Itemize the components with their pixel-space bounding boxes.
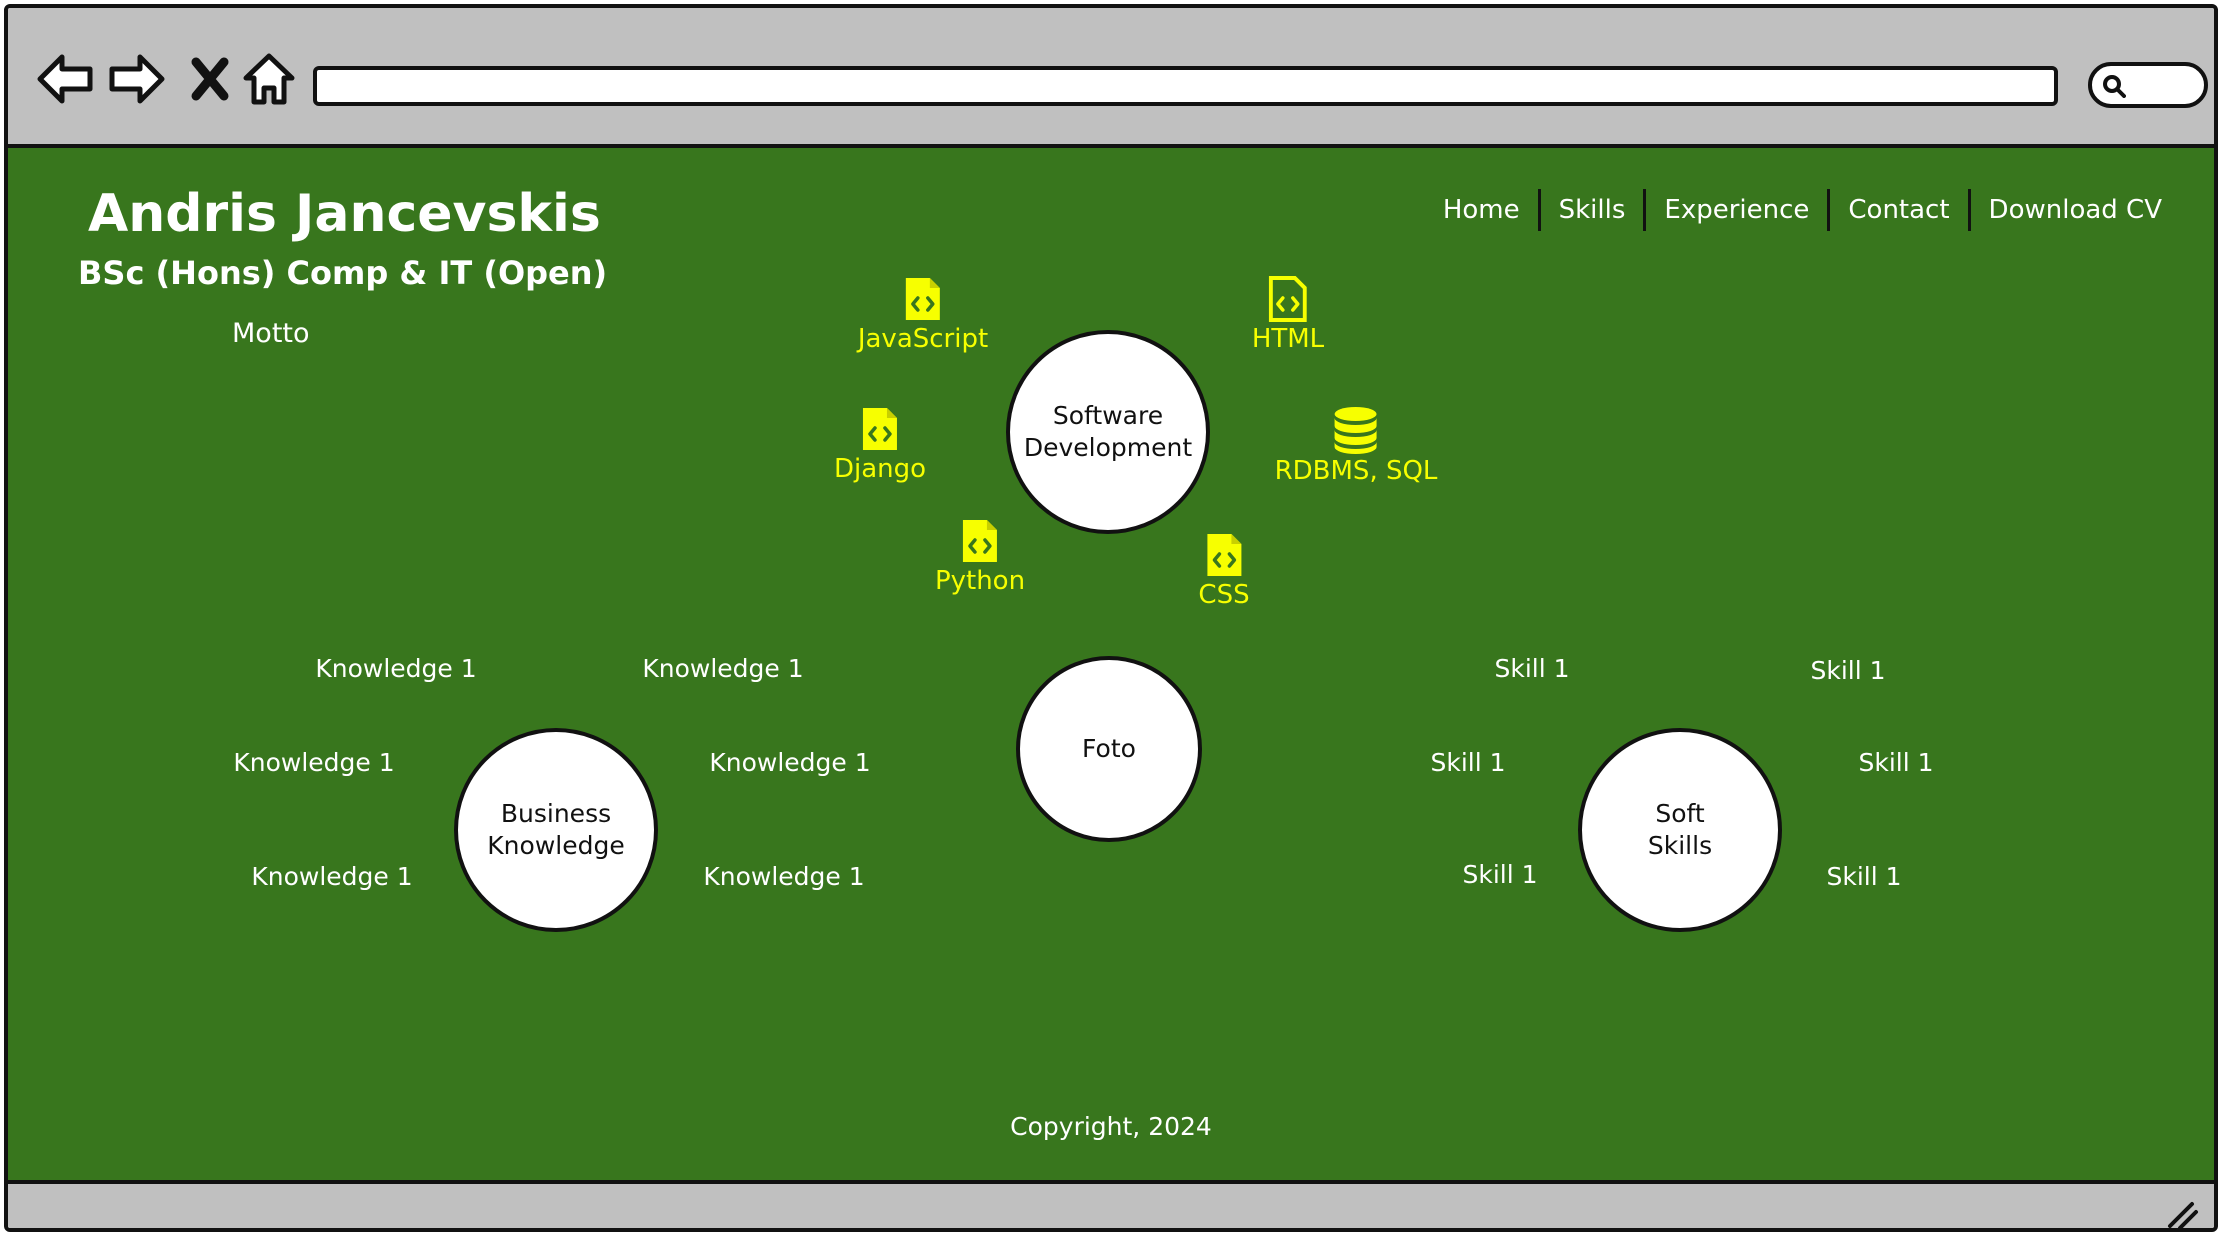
skill-item: Skill 1 <box>1826 862 1902 891</box>
skill-item: Skill 1 <box>1494 654 1570 683</box>
nav-home[interactable]: Home <box>1425 188 1538 232</box>
page-content: Andris Jancevskis BSc (Hons) Comp & IT (… <box>8 148 2214 1184</box>
code-file-icon <box>1206 534 1241 576</box>
database-icon <box>1335 407 1377 454</box>
tech-html: HTML <box>1252 276 1324 354</box>
tech-label: RDBMS, SQL <box>1274 456 1438 486</box>
browser-window: Andris Jancevskis BSc (Hons) Comp & IT (… <box>4 4 2218 1232</box>
tech-rdbms-sql: RDBMS, SQL <box>1274 406 1438 486</box>
tech-javascript: JavaScript <box>858 276 988 354</box>
knowledge-item: Knowledge 1 <box>703 862 865 891</box>
browser-toolbar <box>8 8 2214 148</box>
skill-item: Skill 1 <box>1810 656 1886 685</box>
photo-label: Foto <box>1082 733 1136 763</box>
nav-download-cv[interactable]: Download CV <box>1971 188 2180 232</box>
forward-arrow-icon[interactable] <box>106 48 168 110</box>
photo-placeholder: Foto <box>1016 656 1202 842</box>
nav-experience[interactable]: Experience <box>1646 188 1827 232</box>
skill-item: Skill 1 <box>1462 860 1538 889</box>
code-file-icon <box>963 520 997 562</box>
tech-css: CSS <box>1198 532 1250 610</box>
tech-python: Python <box>935 518 1025 596</box>
tech-label: Python <box>934 566 1026 596</box>
main-nav: Home Skills Experience Contact Download … <box>1425 188 2180 232</box>
software-development-circle[interactable]: Software Development <box>1006 330 1210 534</box>
resize-grip-icon[interactable] <box>2164 1196 2200 1232</box>
tech-django: Django <box>834 406 926 484</box>
degree-subtitle: BSc (Hons) Comp & IT (Open) <box>78 254 608 292</box>
soft-skills-circle[interactable]: Soft Skills <box>1578 728 1782 932</box>
code-file-icon <box>906 278 940 320</box>
nav-skills[interactable]: Skills <box>1541 188 1644 232</box>
knowledge-item: Knowledge 1 <box>642 654 804 683</box>
tech-label: Django <box>833 454 927 484</box>
footer-copyright: Copyright, 2024 <box>1010 1112 1212 1141</box>
close-x-icon[interactable] <box>180 48 242 110</box>
skill-item: Skill 1 <box>1430 748 1506 777</box>
site-owner-name: Andris Jancevskis <box>88 184 601 244</box>
browser-statusbar <box>8 1184 2214 1232</box>
home-icon[interactable] <box>238 48 300 110</box>
business-knowledge-title: Business Knowledge <box>487 798 625 861</box>
knowledge-item: Knowledge 1 <box>315 654 477 683</box>
tech-label: JavaScript <box>857 324 989 354</box>
skill-item: Skill 1 <box>1858 748 1934 777</box>
motto-text: Motto <box>232 318 310 349</box>
nav-contact[interactable]: Contact <box>1830 188 1967 232</box>
knowledge-item: Knowledge 1 <box>251 862 413 891</box>
tech-label: CSS <box>1198 580 1250 610</box>
software-development-title: Software Development <box>1023 400 1193 463</box>
knowledge-item: Knowledge 1 <box>709 748 871 777</box>
code-file-icon <box>1268 276 1307 322</box>
code-file-icon <box>862 408 897 450</box>
search-field[interactable] <box>2088 62 2208 108</box>
knowledge-item: Knowledge 1 <box>233 748 395 777</box>
business-knowledge-circle[interactable]: Business Knowledge <box>454 728 658 932</box>
soft-skills-title: Soft Skills <box>1647 798 1713 861</box>
search-icon <box>2103 75 2126 98</box>
tech-label: HTML <box>1251 324 1325 354</box>
address-bar[interactable] <box>313 66 2058 106</box>
back-arrow-icon[interactable] <box>34 48 96 110</box>
